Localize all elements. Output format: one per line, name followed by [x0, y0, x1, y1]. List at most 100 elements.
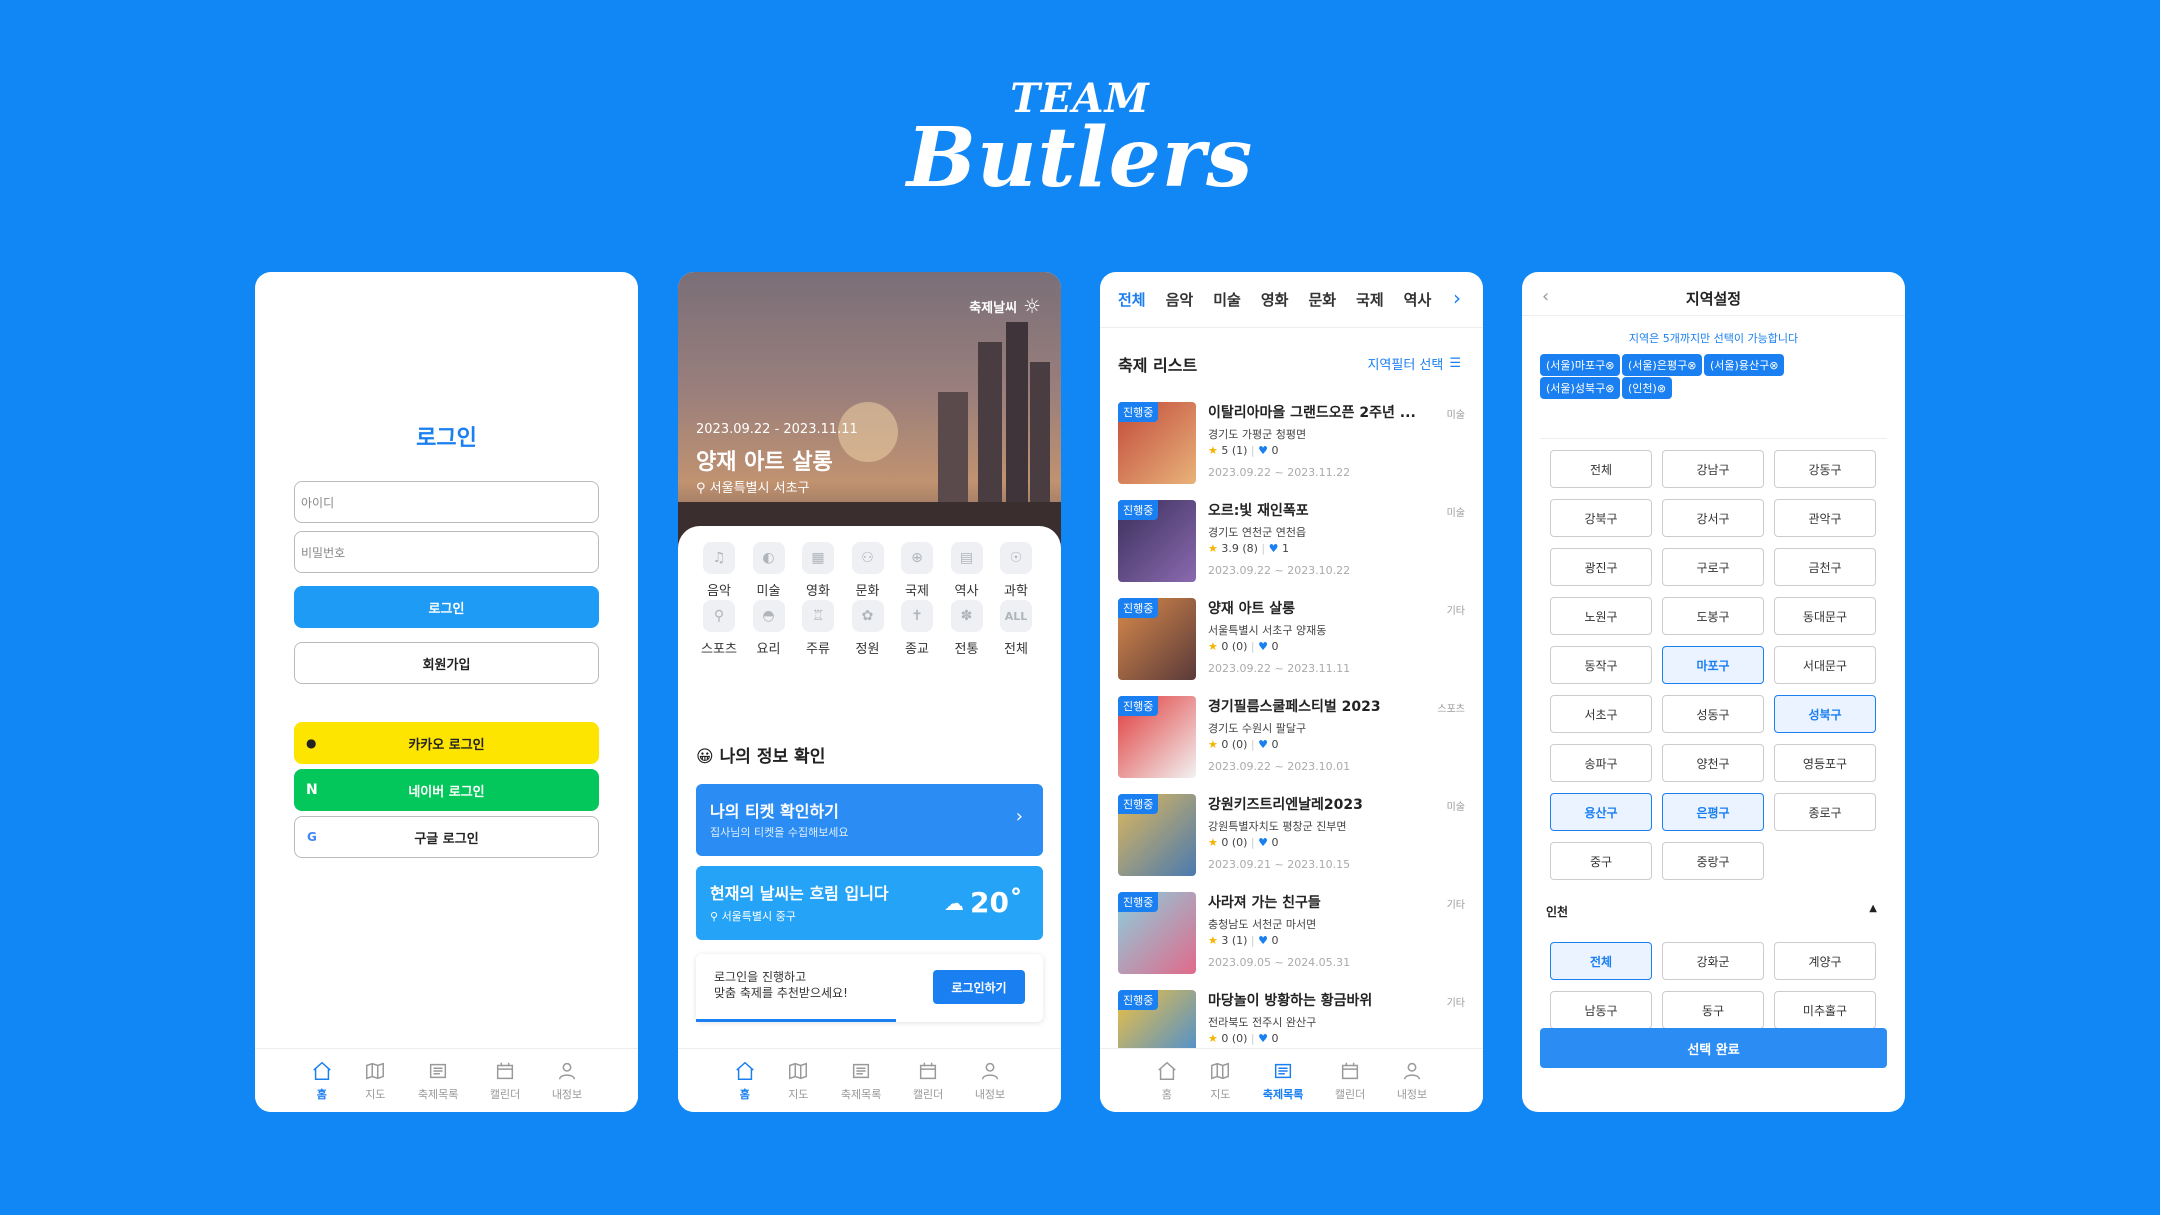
region-chip[interactable]: (서울)성북구 ⊗	[1540, 377, 1621, 399]
festival-dates: 2023.09.22 ~ 2023.10.22	[1208, 564, 1351, 577]
chevron-up-icon[interactable]: ▲	[1869, 903, 1877, 914]
nav-item-4[interactable]: 캘린더	[490, 1060, 520, 1102]
region-chip[interactable]: (서울)은평구 ⊗	[1622, 354, 1703, 376]
chevron-right-icon[interactable]: ›	[1453, 286, 1461, 310]
category-global[interactable]: ⊕ 국제	[894, 542, 940, 599]
region-chip[interactable]: (인천) ⊗	[1622, 377, 1673, 399]
region-option[interactable]: 동작구	[1550, 646, 1652, 684]
nav-item-3[interactable]: 축제목록	[418, 1060, 458, 1102]
region-option[interactable]: 성동구	[1662, 695, 1764, 733]
region-option[interactable]: 노원구	[1550, 597, 1652, 635]
region-option[interactable]: 동대문구	[1774, 597, 1876, 635]
tab-4[interactable]: 영화	[1261, 289, 1289, 310]
region-filter-button[interactable]: 지역필터 선택 ☰	[1367, 354, 1461, 373]
region-chip[interactable]: (서울)마포구 ⊗	[1540, 354, 1621, 376]
close-icon[interactable]: ⊗	[1657, 382, 1666, 395]
region-option[interactable]: 도봉구	[1662, 597, 1764, 635]
category-liquor[interactable]: ♖ 주류	[795, 600, 841, 657]
close-icon[interactable]: ⊗	[1769, 359, 1778, 372]
weather-card[interactable]: 현재의 날씨는 흐림 입니다 ⚲ 서울특별시 중구 ☁ 20˚	[696, 866, 1043, 940]
done-button[interactable]: 선택 완료	[1540, 1028, 1887, 1068]
region-option[interactable]: 강화군	[1662, 942, 1764, 980]
nav-item-1[interactable]: 홈	[1156, 1060, 1178, 1102]
festival-weather-link[interactable]: 축제날씨 ☼	[969, 294, 1041, 318]
kakao-login-button[interactable]: ● 카카오 로그인	[294, 722, 599, 764]
region-option[interactable]: 양천구	[1662, 744, 1764, 782]
login-prompt-button[interactable]: 로그인하기	[933, 970, 1025, 1004]
naver-login-button[interactable]: N 네이버 로그인	[294, 769, 599, 811]
region-option[interactable]: 강동구	[1774, 450, 1876, 488]
region-option[interactable]: 송파구	[1550, 744, 1652, 782]
ticket-card[interactable]: 나의 티켓 확인하기 집사님의 티켓을 수집해보세요 ›	[696, 784, 1043, 856]
festival-item[interactable]: 진행중 경기필름스쿨페스티벌 2023 경기도 수원시 팔달구 ★ 0 (0) | ♥…	[1118, 696, 1465, 788]
tab-3[interactable]: 미술	[1213, 289, 1241, 310]
region-option[interactable]: 남동구	[1550, 991, 1652, 1029]
nav-item-5[interactable]: 내정보	[1397, 1060, 1427, 1102]
close-icon[interactable]: ⊗	[1605, 382, 1614, 395]
nav-item-2[interactable]: 지도	[1209, 1060, 1231, 1102]
tab-7[interactable]: 역사	[1404, 289, 1432, 310]
nav-item-1[interactable]: 홈	[311, 1060, 333, 1102]
category-music[interactable]: ♫ 음악	[696, 542, 742, 599]
nav-item-2[interactable]: 지도	[364, 1060, 386, 1102]
category-art[interactable]: ◐ 미술	[746, 542, 792, 599]
category-garden[interactable]: ✿ 정원	[845, 600, 891, 657]
nav-item-3[interactable]: 축제목록	[1263, 1060, 1303, 1102]
region-option[interactable]: 용산구	[1550, 793, 1652, 831]
region-option[interactable]: 광진구	[1550, 548, 1652, 586]
region-option[interactable]: 동구	[1662, 991, 1764, 1029]
category-history[interactable]: ▤ 역사	[944, 542, 990, 599]
signup-button[interactable]: 회원가입	[294, 642, 599, 684]
festival-item[interactable]: 진행중 이탈리아마을 그랜드오픈 2주년 ... 경기도 가평군 청평면 ★ 5 (1…	[1118, 402, 1465, 494]
category-religion[interactable]: ✝ 종교	[894, 600, 940, 657]
region-option[interactable]: 강북구	[1550, 499, 1652, 537]
password-input[interactable]: 비밀번호	[294, 531, 599, 573]
region-option[interactable]: 마포구	[1662, 646, 1764, 684]
close-icon[interactable]: ⊗	[1605, 359, 1614, 372]
region-option[interactable]: 서초구	[1550, 695, 1652, 733]
nav-item-1[interactable]: 홈	[734, 1060, 756, 1102]
nav-item-5[interactable]: 내정보	[552, 1060, 582, 1102]
region-option[interactable]: 전체	[1550, 450, 1652, 488]
tab-6[interactable]: 국제	[1356, 289, 1384, 310]
region-option[interactable]: 강서구	[1662, 499, 1764, 537]
festival-item[interactable]: 진행중 오르:빛 재인폭포 경기도 연천군 연천읍 ★ 3.9 (8) | ♥ 1 20…	[1118, 500, 1465, 592]
region-option[interactable]: 계양구	[1774, 942, 1876, 980]
region-chip[interactable]: (서울)용산구 ⊗	[1704, 354, 1785, 376]
region-option[interactable]: 종로구	[1774, 793, 1876, 831]
region-option[interactable]: 미추홀구	[1774, 991, 1876, 1029]
region-option[interactable]: 성북구	[1774, 695, 1876, 733]
category-tradition[interactable]: ✽ 전통	[944, 600, 990, 657]
google-login-button[interactable]: G 구글 로그인	[294, 816, 599, 858]
region-option[interactable]: 금천구	[1774, 548, 1876, 586]
region-option[interactable]: 중랑구	[1662, 842, 1764, 880]
nav-item-4[interactable]: 캘린더	[913, 1060, 943, 1102]
region-option[interactable]: 관악구	[1774, 499, 1876, 537]
festival-item[interactable]: 진행중 사라져 가는 친구들 충청남도 서천군 마서면 ★ 3 (1) | ♥ 0 20…	[1118, 892, 1465, 984]
nav-item-3[interactable]: 축제목록	[841, 1060, 881, 1102]
category-culture[interactable]: ⚇ 문화	[845, 542, 891, 599]
category-science[interactable]: ☉ 과학	[993, 542, 1039, 599]
login-button[interactable]: 로그인	[294, 586, 599, 628]
region-option[interactable]: 서대문구	[1774, 646, 1876, 684]
region-option[interactable]: 강남구	[1662, 450, 1764, 488]
close-icon[interactable]: ⊗	[1687, 359, 1696, 372]
id-input[interactable]: 아이디	[294, 481, 599, 523]
category-movie[interactable]: ▦ 영화	[795, 542, 841, 599]
category-cooking[interactable]: ◓ 요리	[746, 600, 792, 657]
region-option[interactable]: 영등포구	[1774, 744, 1876, 782]
category-sports[interactable]: ⚲ 스포츠	[696, 600, 742, 657]
tab-2[interactable]: 음악	[1166, 289, 1194, 310]
tab-1[interactable]: 전체	[1118, 289, 1146, 310]
nav-item-5[interactable]: 내정보	[975, 1060, 1005, 1102]
festival-item[interactable]: 진행중 양재 아트 살롱 서울특별시 서초구 양재동 ★ 0 (0) | ♥ 0 202…	[1118, 598, 1465, 690]
tab-5[interactable]: 문화	[1308, 289, 1336, 310]
region-option[interactable]: 은평구	[1662, 793, 1764, 831]
region-option[interactable]: 전체	[1550, 942, 1652, 980]
category-all[interactable]: ALL 전체	[993, 600, 1039, 657]
festival-item[interactable]: 진행중 강원키즈트리엔날레2023 강원특별자치도 평창군 진부면 ★ 0 (0) |…	[1118, 794, 1465, 886]
nav-item-2[interactable]: 지도	[787, 1060, 809, 1102]
region-option[interactable]: 중구	[1550, 842, 1652, 880]
region-option[interactable]: 구로구	[1662, 548, 1764, 586]
nav-item-4[interactable]: 캘린더	[1335, 1060, 1365, 1102]
